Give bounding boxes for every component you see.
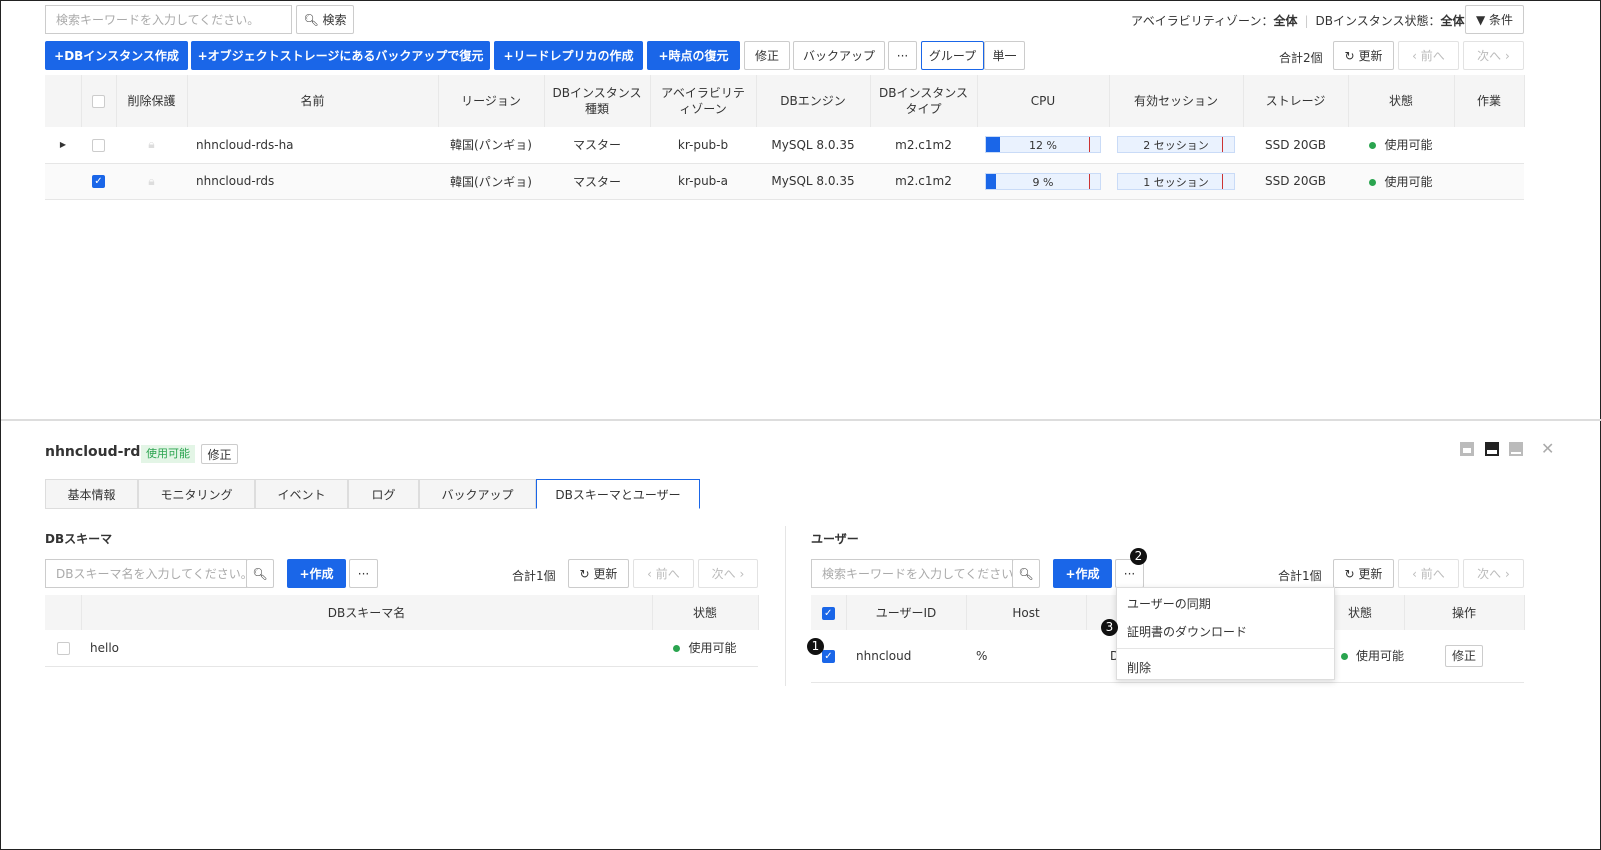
more-button[interactable]: ··· [888,41,917,70]
status-badge: 使用可能 [652,630,758,667]
session-bar: 2 セッション [1117,136,1235,154]
point-in-time-restore-button[interactable]: + 時点の復元 [647,41,740,70]
row-checkbox[interactable] [56,641,70,655]
search-button[interactable]: 🔍︎ 検索 [296,5,354,34]
cpu-bar: 9 % [985,172,1101,190]
select-all-checkbox[interactable] [92,95,105,108]
cpu-bar: 12 % [985,136,1101,154]
tab-monitoring[interactable]: モニタリング [138,479,255,509]
schema-create-button[interactable]: + 作成 [287,559,346,588]
schema-next-button[interactable]: 次へ › [698,559,758,588]
users-title: ユーザー [811,532,859,546]
tab-schema-users[interactable]: DBスキーマとユーザー [536,479,700,509]
menu-item-sync-users[interactable]: ユーザーの同期 [1127,595,1211,612]
session-bar: 1 セッション [1117,172,1235,190]
detail-modify-button[interactable]: 修正 [201,444,238,464]
search-icon: 🔍︎ [303,12,319,27]
single-view-button[interactable]: 単一 [984,41,1025,70]
refresh-icon: ↻ [1344,48,1355,63]
layout-half-icon[interactable] [1485,442,1499,456]
modify-button[interactable]: 修正 [744,41,790,70]
users-total: 合計1個 [1278,569,1322,583]
instance-search-input[interactable]: 検索キーワードを入力してください。 [45,5,292,34]
tab-basic-info[interactable]: 基本情報 [45,479,138,509]
user-next-button[interactable]: 次へ › [1463,559,1524,588]
status-badge: 使用可能 [1348,127,1454,164]
step-badge-3: 3 [1101,619,1118,636]
step-badge-1: 1 [807,638,824,655]
user-modify-button[interactable]: 修正 [1444,644,1483,667]
schema-table: DBスキーマ名 状態 hello 使用可能 [45,595,759,667]
more-dropdown-menu: ユーザーの同期 証明書のダウンロード 削除 [1116,587,1335,680]
expand-icon[interactable]: ▶ [45,127,81,164]
detail-title: nhncloud-rds [45,444,149,460]
user-prev-button[interactable]: ‹ 前へ [1398,559,1459,588]
tab-logs[interactable]: ログ [348,479,419,509]
next-button[interactable]: 次へ › [1463,41,1524,70]
layout-bottom-icon[interactable] [1509,442,1523,456]
instance-table: 削除保護 名前 リージョン DBインスタンス種類 アベイラビリティゾーン DBエンジン DB… [45,75,1525,200]
restore-from-storage-button[interactable]: + オブジェクトストレージにあるバックアップで復元 [191,41,490,70]
row-checkbox[interactable]: ✓ [92,175,105,188]
tab-events[interactable]: イベント [255,479,348,509]
menu-divider [1117,648,1334,649]
row-checkbox[interactable]: ✓ [822,649,835,663]
schema-search-input[interactable]: DBスキーマ名を入力してください。 [45,559,247,588]
section-divider [785,526,786,686]
lock-icon: 🔒︎ [116,127,187,164]
create-instance-button[interactable]: + DBインスタンス作成 [45,41,188,70]
user-refresh-button[interactable]: ↻ 更新 [1333,559,1394,588]
step-badge-2: 2 [1130,548,1147,565]
total-count: 合計2個 [1279,51,1323,65]
search-icon[interactable]: 🔍︎ [246,559,274,588]
user-search-input[interactable]: 検索キーワードを入力してください。 [811,559,1013,588]
search-icon[interactable]: 🔍︎ [1012,559,1040,588]
tab-backup[interactable]: バックアップ [419,479,536,509]
schema-total: 合計1個 [512,569,556,583]
table-row[interactable]: ▶ 🔒︎ nhncloud-rds-ha 韓国(パンギョ) マスター kr-pub-… [45,127,1524,164]
schema-refresh-button[interactable]: ↻ 更新 [568,559,629,588]
create-replica-button[interactable]: + リードレプリカの作成 [494,41,643,70]
prev-button[interactable]: ‹ 前へ [1398,41,1459,70]
panel-splitter[interactable] [1,419,1601,421]
filter-summary: アベイラビリティゾーン：全体 | DBインスタンス状態：全体 [1131,14,1465,28]
select-all-checkbox[interactable]: ✓ [821,606,835,620]
row-checkbox[interactable] [92,138,105,152]
schema-more-button[interactable]: ··· [349,559,378,588]
status-badge: 使用可能 [1348,163,1454,200]
layout-top-icon[interactable] [1460,442,1474,456]
status-badge: 使用可能 [141,445,195,463]
condition-button[interactable]: ▼ 条件 [1465,5,1524,34]
close-icon[interactable]: ✕ [1541,439,1554,458]
user-create-button[interactable]: + 作成 [1053,559,1112,588]
backup-button[interactable]: バックアップ [793,41,885,70]
schema-prev-button[interactable]: ‹ 前へ [633,559,694,588]
schema-title: DBスキーマ [45,532,113,546]
refresh-button[interactable]: ↻ 更新 [1333,41,1394,70]
group-view-button[interactable]: グループ [921,41,984,70]
menu-item-delete[interactable]: 削除 [1127,659,1151,676]
lock-icon: 🔒︎ [116,163,187,200]
menu-item-download-certificate[interactable]: 証明書のダウンロード [1127,623,1247,640]
table-row[interactable]: ✓ 🔒︎ nhncloud-rds 韓国(パンギョ) マスター kr-pub-a My… [45,163,1524,200]
filter-icon: ▼ [1475,12,1486,27]
table-row[interactable]: hello 使用可能 [45,630,758,667]
